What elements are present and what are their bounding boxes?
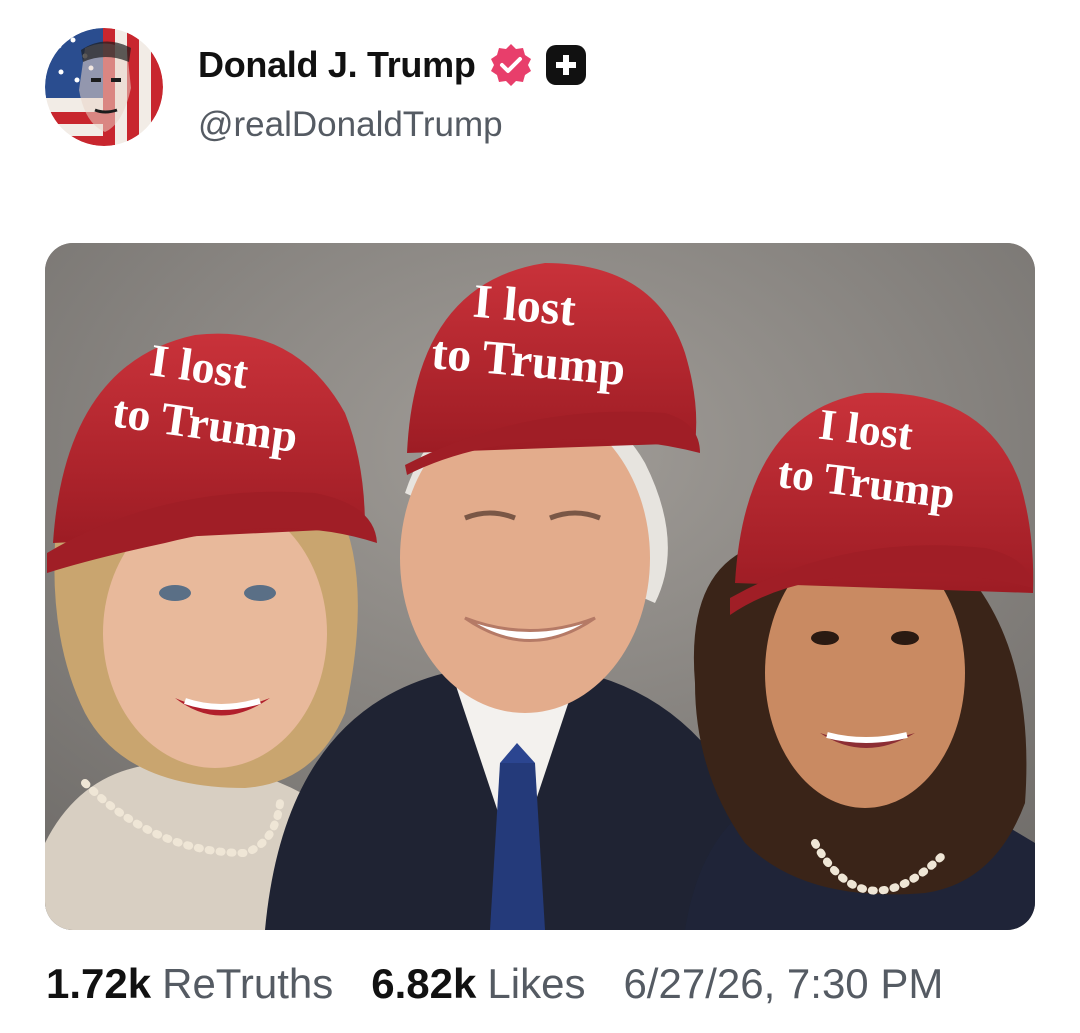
author-handle[interactable]: @realDonaldTrump xyxy=(198,105,503,145)
post-image[interactable]: I lost to Trump I lost to Trump I lost t… xyxy=(45,243,1035,930)
retruths-count: 1.72k xyxy=(46,960,152,1007)
avatar-image xyxy=(45,28,163,146)
cap-middle-line1: I lost xyxy=(471,275,578,337)
likes-count: 6.82k xyxy=(371,960,477,1007)
verified-badge-icon xyxy=(488,42,534,88)
post-stats: 1.72k ReTruths 6.82k Likes 6/27/26, 7:30… xyxy=(46,960,1036,1020)
post-header: Donald J. Trump @realDonaldTrump xyxy=(45,28,1045,148)
retruths-label: ReTruths xyxy=(162,960,334,1007)
plus-badge-icon xyxy=(545,45,586,85)
author-display-name[interactable]: Donald J. Trump xyxy=(198,44,476,86)
likes-label: Likes xyxy=(487,960,586,1007)
retruths-stat[interactable]: 1.72k ReTruths xyxy=(46,960,333,1008)
avatar[interactable] xyxy=(45,28,163,146)
author-name-row: Donald J. Trump xyxy=(198,42,586,88)
likes-stat[interactable]: 6.82k Likes xyxy=(371,960,585,1008)
post-timestamp[interactable]: 6/27/26, 7:30 PM xyxy=(623,960,943,1008)
